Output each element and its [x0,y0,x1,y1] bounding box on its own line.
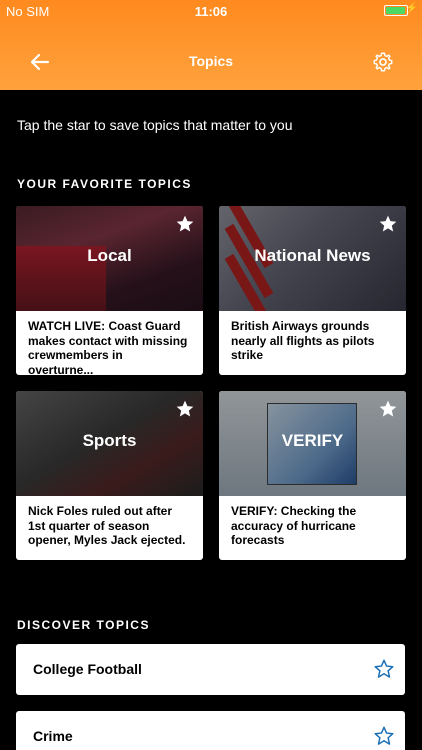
favorites-section-title: YOUR FAVORITE TOPICS [17,177,192,191]
topic-label: Local [87,246,132,265]
topic-label: Crime [33,728,73,744]
topic-headline: Nick Foles ruled out after 1st quarter o… [28,504,186,547]
discover-item-college-football[interactable]: College Football [16,644,405,695]
topic-card-sports[interactable]: Sports Nick Foles ruled out after 1st qu… [16,391,203,560]
topic-card-local[interactable]: Local WATCH LIVE: Coast Guard makes cont… [16,206,203,375]
topic-label: College Football [33,661,142,677]
intro-text: Tap the star to save topics that matter … [17,117,293,133]
topic-card-verify[interactable]: VERIFY VERIFY: Checking the accuracy of … [219,391,406,560]
settings-button[interactable] [368,47,398,77]
star-filled-icon[interactable] [378,399,398,419]
status-bar: No SIM 11:06 ⚡ [0,0,422,22]
gear-icon [373,52,393,72]
star-filled-icon[interactable] [175,399,195,419]
topic-headline: WATCH LIVE: Coast Guard makes contact wi… [28,319,188,375]
discover-item-crime[interactable]: Crime [16,711,405,750]
star-outline-icon[interactable] [373,725,395,747]
topic-headline: VERIFY: Checking the accuracy of hurrica… [231,504,357,547]
clock: 11:06 [194,4,228,19]
page-title: Topics [188,53,234,69]
topic-image: VERIFY [219,391,406,496]
discover-section-title: DISCOVER TOPICS [17,618,150,632]
star-filled-icon[interactable] [378,214,398,234]
topic-label: Sports [82,431,137,450]
star-filled-icon[interactable] [175,214,195,234]
topic-label: National News [254,246,371,265]
battery-icon [384,5,408,16]
topic-image: Sports [16,391,203,496]
header-bar: No SIM 11:06 ⚡ Topics [0,0,422,90]
topic-headline: British Airways grounds nearly all fligh… [231,319,375,362]
star-outline-icon[interactable] [373,658,395,680]
charging-icon: ⚡ [405,3,418,14]
topic-image: National News [219,206,406,311]
topic-image: Local [16,206,203,311]
topic-label: VERIFY [281,431,344,450]
topic-card-national-news[interactable]: National News British Airways grounds ne… [219,206,406,375]
